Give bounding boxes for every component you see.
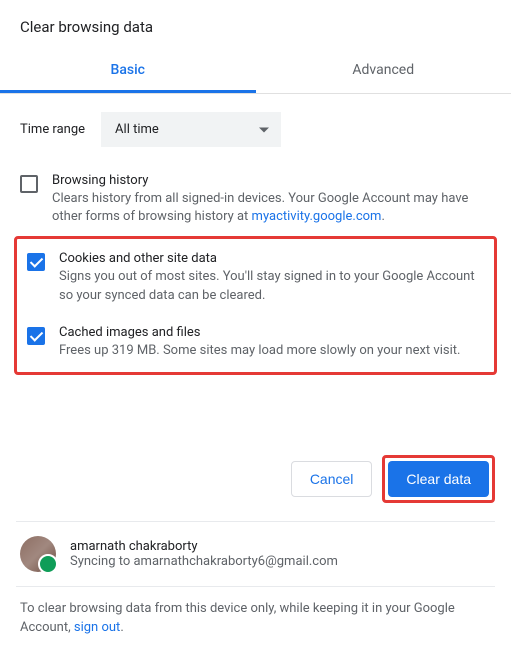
footnote: To clear browsing data from this device …: [0, 587, 511, 658]
sign-out-link[interactable]: sign out: [74, 620, 120, 635]
option-browsing-history: Browsing history Clears history from all…: [14, 163, 497, 236]
clear-data-highlight: Clear data: [382, 455, 495, 503]
option-title: Cookies and other site data: [59, 251, 484, 266]
tabs: Basic Advanced: [0, 50, 511, 94]
tab-advanced[interactable]: Advanced: [256, 50, 511, 93]
time-range-dropdown[interactable]: All time: [101, 112, 281, 147]
option-cookies: Cookies and other site data Signs you ou…: [21, 241, 490, 314]
option-desc: Clears history from all signed-in device…: [52, 190, 491, 226]
clear-browsing-data-dialog: Clear browsing data Basic Advanced Time …: [0, 0, 511, 658]
option-cached: Cached images and files Frees up 319 MB.…: [21, 315, 490, 370]
checkbox-cached[interactable]: [27, 327, 45, 345]
option-title: Browsing history: [52, 173, 491, 188]
sync-info: amarnath chakraborty Syncing to amarnath…: [0, 522, 511, 586]
cancel-button[interactable]: Cancel: [291, 461, 373, 497]
highlighted-options: Cookies and other site data Signs you ou…: [14, 236, 497, 375]
checkbox-browsing-history[interactable]: [20, 175, 38, 193]
avatar: [20, 536, 56, 572]
tab-basic[interactable]: Basic: [0, 50, 256, 93]
options-list: Browsing history Clears history from all…: [0, 157, 511, 385]
chevron-down-icon: [259, 127, 269, 132]
myactivity-link[interactable]: myactivity.google.com: [252, 209, 382, 224]
time-range-value: All time: [115, 122, 159, 137]
dialog-actions: Cancel Clear data: [0, 385, 511, 521]
sync-email: Syncing to amarnathchakraborty6@gmail.co…: [70, 554, 338, 569]
clear-data-button[interactable]: Clear data: [388, 461, 489, 497]
dialog-title: Clear browsing data: [0, 0, 511, 50]
option-desc: Frees up 319 MB. Some sites may load mor…: [59, 342, 460, 360]
time-range-label: Time range: [20, 122, 85, 137]
option-title: Cached images and files: [59, 325, 460, 340]
option-desc: Signs you out of most sites. You'll stay…: [59, 268, 484, 304]
checkbox-cookies[interactable]: [27, 253, 45, 271]
time-range-row: Time range All time: [0, 94, 511, 157]
sync-name: amarnath chakraborty: [70, 539, 338, 554]
